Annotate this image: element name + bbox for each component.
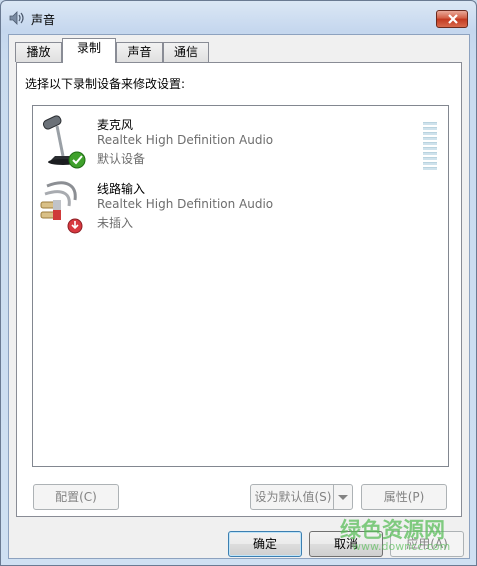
recording-device-list[interactable]: 麦克风 Realtek High Definition Audio 默认设备 线… bbox=[32, 105, 449, 467]
tab-sounds[interactable]: 声音 bbox=[116, 42, 163, 62]
default-check-icon bbox=[68, 151, 86, 169]
tab-playback[interactable]: 播放 bbox=[15, 42, 62, 62]
tab-communications[interactable]: 通信 bbox=[163, 42, 209, 62]
tab-label: 通信 bbox=[173, 45, 198, 59]
dialog-client-area: 播放 录制 声音 通信 选择以下录制设备来修改设置: 麦克风 Realtek H… bbox=[8, 34, 470, 559]
window-title: 声音 bbox=[31, 13, 56, 27]
close-button[interactable] bbox=[436, 10, 468, 28]
device-item-microphone[interactable]: 麦克风 Realtek High Definition Audio 默认设备 bbox=[33, 112, 448, 172]
speaker-icon bbox=[9, 11, 24, 25]
microphone-icon bbox=[42, 115, 86, 169]
level-meter bbox=[423, 122, 437, 170]
tab-label: 播放 bbox=[26, 45, 51, 59]
watermark-url: www.downcc.com bbox=[352, 540, 451, 553]
device-driver: Realtek High Definition Audio bbox=[97, 133, 274, 147]
device-driver: Realtek High Definition Audio bbox=[97, 197, 274, 211]
unplugged-icon bbox=[67, 218, 83, 234]
device-name: 麦克风 bbox=[97, 118, 134, 132]
device-status: 默认设备 bbox=[97, 152, 146, 166]
device-name: 线路输入 bbox=[97, 182, 146, 196]
tab-recording[interactable]: 录制 bbox=[62, 38, 116, 63]
tab-label: 录制 bbox=[76, 41, 101, 55]
title-bar[interactable]: 声音 bbox=[1, 1, 476, 33]
set-default-label: 设为默认值(S) bbox=[254, 490, 332, 504]
line-in-cable-icon bbox=[40, 181, 83, 234]
tab-label: 声音 bbox=[127, 45, 152, 59]
properties-button[interactable]: 属性(P) bbox=[361, 484, 447, 510]
set-default-button[interactable]: 设为默认值(S) bbox=[250, 484, 353, 510]
device-item-line-in[interactable]: 线路输入 Realtek High Definition Audio 未插入 bbox=[33, 176, 448, 236]
device-status: 未插入 bbox=[97, 216, 134, 230]
close-icon bbox=[448, 14, 458, 24]
ok-button[interactable]: 确定 bbox=[228, 531, 302, 557]
instruction-label: 选择以下录制设备来修改设置: bbox=[25, 77, 186, 91]
configure-button[interactable]: 配置(C) bbox=[33, 484, 119, 510]
sound-dialog: 声音 播放 录制 声音 通信 选择以下录制设备来修改设置: 麦克风 Realte… bbox=[0, 0, 477, 566]
chevron-down-icon[interactable] bbox=[333, 485, 352, 509]
